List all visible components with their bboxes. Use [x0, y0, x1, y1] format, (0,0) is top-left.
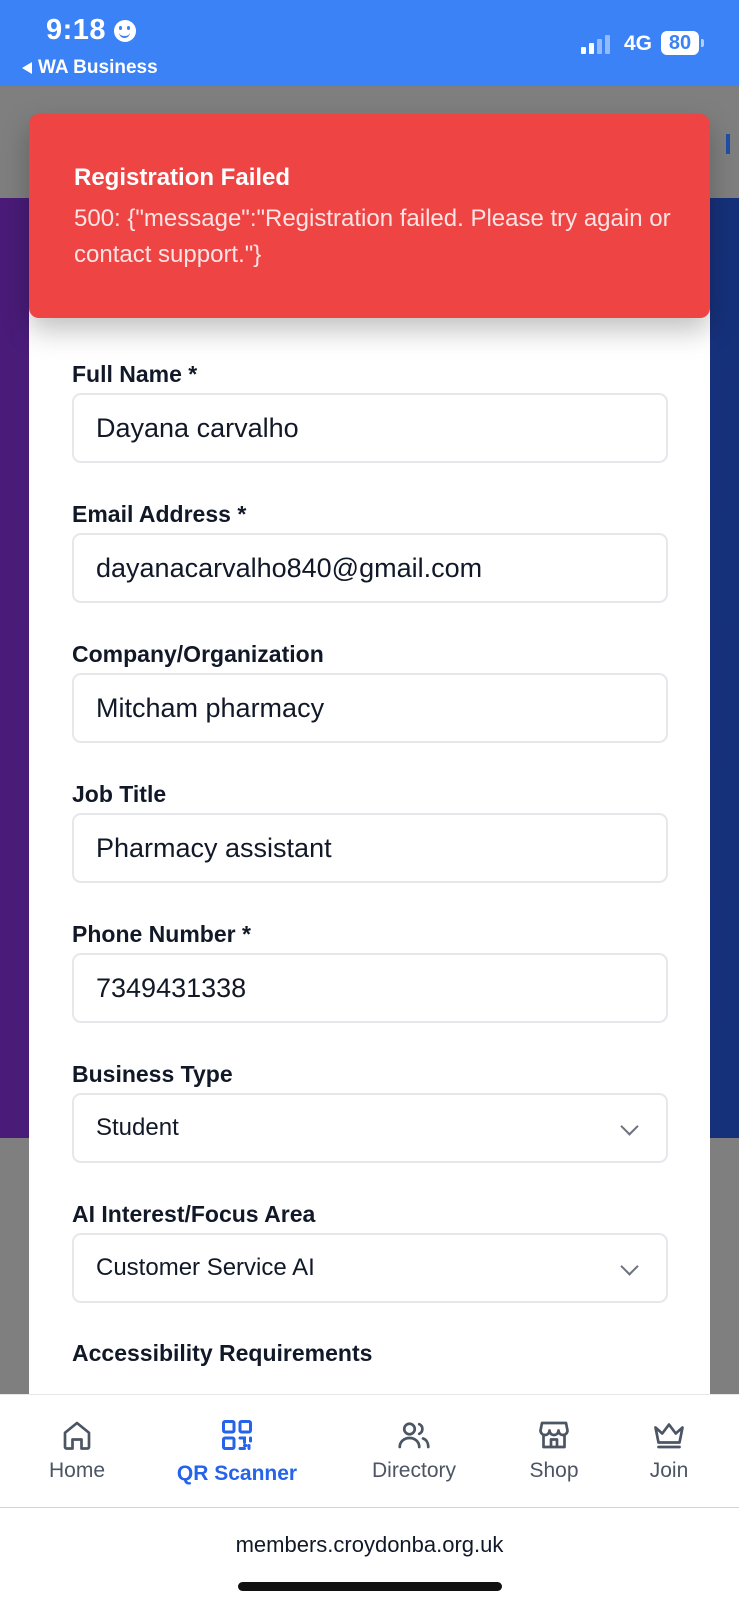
nav-label-directory: Directory [371, 1459, 456, 1482]
job-title-input[interactable]: Pharmacy assistant [72, 813, 668, 883]
smiley-icon [114, 19, 137, 42]
nav-label-shop: Shop [529, 1459, 579, 1482]
battery-level: 80 [668, 32, 692, 54]
back-triangle-icon [22, 62, 32, 74]
accessibility-label: Accessibility Requirements [72, 1340, 373, 1366]
email-label: Email Address * [72, 501, 247, 527]
status-bar: 9:18 WA Business 4G 80 [0, 0, 739, 86]
email-value: dayanacarvalho840@gmail.com [96, 553, 483, 583]
qr-code-icon [222, 1420, 252, 1450]
status-time: 9:18 [46, 14, 107, 46]
business-type-label: Business Type [72, 1061, 233, 1087]
company-input[interactable]: Mitcham pharmacy [72, 673, 668, 743]
back-to-app-link[interactable]: WA Business [22, 57, 158, 79]
store-icon [539, 1421, 569, 1449]
nav-item-home[interactable]: Home [37, 1417, 117, 1483]
full-name-value: Dayana carvalho [96, 413, 299, 443]
phone-label: Phone Number * [72, 921, 251, 947]
phone-input[interactable]: 7349431338 [72, 953, 668, 1023]
status-time-group: 9:18 [46, 14, 137, 47]
full-name-input[interactable]: Dayana carvalho [72, 393, 668, 463]
users-icon [398, 1422, 430, 1449]
chevron-down-icon [620, 1257, 639, 1276]
nav-label-join: Join [649, 1459, 689, 1482]
signal-icon [581, 34, 610, 54]
nav-item-qr-scanner[interactable]: QR Scanner [167, 1417, 307, 1486]
nav-item-directory[interactable]: Directory [357, 1417, 471, 1483]
error-toast[interactable]: Registration Failed 500: {"message":"Reg… [29, 114, 710, 318]
nav-label-qr-scanner: QR Scanner [176, 1462, 298, 1485]
job-title-value: Pharmacy assistant [96, 833, 332, 863]
nav-item-join[interactable]: Join [629, 1417, 709, 1483]
full-name-label: Full Name * [72, 361, 198, 387]
toast-message: 500: {"message":"Registration failed. Pl… [74, 205, 671, 268]
chevron-down-icon [620, 1117, 639, 1136]
company-label: Company/Organization [72, 641, 324, 667]
home-icon [63, 1421, 91, 1450]
nav-item-shop[interactable]: Shop [512, 1417, 596, 1483]
email-input[interactable]: dayanacarvalho840@gmail.com [72, 533, 668, 603]
ai-interest-label: AI Interest/Focus Area [72, 1201, 316, 1227]
url-text: members.croydonba.org.uk [235, 1532, 504, 1557]
ai-interest-select[interactable]: Customer Service AI [72, 1233, 668, 1303]
battery-icon: 80 [661, 31, 699, 55]
crown-icon [654, 1423, 684, 1449]
toast-title: Registration Failed [74, 164, 291, 191]
home-indicator[interactable] [238, 1582, 502, 1591]
bottom-nav: Home QR Scanner Directory Shop Join [0, 1394, 739, 1508]
network-type: 4G [624, 32, 653, 55]
phone-value: 7349431338 [96, 973, 247, 1003]
job-title-label: Job Title [72, 781, 167, 807]
battery-tip [701, 39, 704, 47]
background-accent [726, 134, 730, 154]
nav-label-home: Home [48, 1459, 106, 1482]
registration-form-card: Full Name * Dayana carvalho Email Addres… [29, 300, 710, 1400]
browser-url-bar[interactable]: members.croydonba.org.uk [0, 1508, 739, 1600]
ai-interest-value: Customer Service AI [96, 1254, 315, 1281]
business-type-value: Student [96, 1114, 179, 1141]
back-app-label: WA Business [38, 57, 158, 78]
business-type-select[interactable]: Student [72, 1093, 668, 1163]
company-value: Mitcham pharmacy [96, 693, 325, 723]
